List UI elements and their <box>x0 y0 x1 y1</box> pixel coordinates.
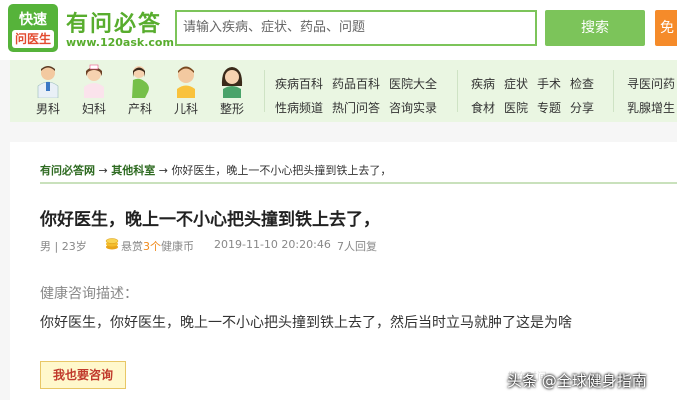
nav-link[interactable]: 疾病 <box>471 75 495 92</box>
logo-top-text: 快速 <box>19 12 47 28</box>
logo-badge[interactable]: 快速 问医生 <box>8 4 58 52</box>
site-header: 快速 问医生 有问必答 www.120ask.com 请输入疾病、症状、药品、问… <box>0 0 677 60</box>
nav-link[interactable]: 手术 <box>537 75 561 92</box>
breadcrumb-separator: → <box>98 164 108 177</box>
ask-too-button[interactable]: 我也要咨询 <box>40 361 126 389</box>
breadcrumb: 有问必答网 → 其他科室 → 你好医生，晚上一不小心把头撞到铁上去了， <box>40 162 391 178</box>
dept-andrology[interactable]: 男科 <box>30 64 66 117</box>
asker-info: 男 | 23岁 <box>40 240 87 253</box>
description-label: 健康咨询描述： <box>40 286 138 302</box>
question-card: 有问必答网 → 其他科室 → 你好医生，晚上一不小心把头撞到铁上去了， 你好医生… <box>10 142 677 400</box>
breadcrumb-divider <box>40 182 677 184</box>
dept-label: 男科 <box>35 102 60 116</box>
nav-link[interactable]: 食材 <box>471 99 495 116</box>
free-consult-button[interactable]: 免 <box>655 10 677 46</box>
dept-label: 妇科 <box>81 102 106 116</box>
nav-link[interactable]: 乳腺增生 <box>627 99 675 116</box>
question-datetime: 2019-11-10 20:20:46 <box>214 238 331 251</box>
nav-link[interactable]: 分享 <box>570 99 594 116</box>
breadcrumb-home[interactable]: 有问必答网 <box>40 164 95 177</box>
divider <box>613 70 614 112</box>
divider <box>264 70 265 112</box>
dept-label: 儿科 <box>173 102 198 116</box>
nav-link[interactable]: 热门问答 <box>332 99 380 116</box>
nav-link[interactable]: 药品百科 <box>332 75 380 92</box>
dept-label: 整形 <box>219 102 244 116</box>
divider <box>457 70 458 112</box>
nav-link[interactable]: 寻医问药 <box>627 75 675 92</box>
reward-suffix: 健康币 <box>161 240 194 253</box>
nav-link[interactable]: 症状 <box>504 75 528 92</box>
nav-link[interactable]: 性病频道 <box>275 99 323 116</box>
search-input[interactable]: 请输入疾病、症状、药品、问题 <box>175 10 537 46</box>
coin-icon <box>105 238 119 250</box>
breadcrumb-separator: → <box>158 164 168 177</box>
reward-prefix: 悬赏 <box>121 240 143 253</box>
dept-plastic-surgery[interactable]: 整形 <box>214 64 250 117</box>
nav-link[interactable]: 专题 <box>537 99 561 116</box>
dept-obstetrics[interactable]: 产科 <box>122 64 158 117</box>
watermark: 头条 @全球健身指南 <box>507 372 647 390</box>
category-bar: 男科 妇科 产科 儿科 整形 疾病百科 药品百科 医院大全 性病频道 热门问答 <box>10 60 677 122</box>
brand-url: www.120ask.com <box>66 36 174 49</box>
dept-gynecology[interactable]: 妇科 <box>76 64 112 117</box>
reward-info: 悬赏3个健康币 <box>121 238 194 254</box>
woman-face-icon <box>221 67 243 98</box>
female-nurse-icon <box>84 64 104 98</box>
search-button[interactable]: 搜索 <box>545 10 645 46</box>
nav-link[interactable]: 医院 <box>504 99 528 116</box>
nav-link[interactable]: 医院大全 <box>389 75 437 92</box>
breadcrumb-current: 你好医生，晚上一不小心把头撞到铁上去了， <box>171 164 392 177</box>
logo-bottom-text: 问医生 <box>12 30 54 48</box>
question-description: 你好医生，你好医生，晚上一不小心把头撞到铁上去了，然后当时立马就肿了这是为啥 <box>40 315 572 331</box>
nav-link[interactable]: 咨询实录 <box>389 99 437 116</box>
reward-amount: 3个 <box>143 240 161 253</box>
pregnant-woman-icon <box>132 66 149 98</box>
dept-label: 产科 <box>127 102 152 116</box>
breadcrumb-category[interactable]: 其他科室 <box>111 164 155 177</box>
brand-name[interactable]: 有问必答 <box>66 6 162 38</box>
question-title: 你好医生，晚上一不小心把头撞到铁上去了， <box>40 210 380 230</box>
reply-count[interactable]: 7人回复 <box>337 238 377 254</box>
dept-pediatrics[interactable]: 儿科 <box>168 64 204 117</box>
child-icon <box>177 66 195 98</box>
nav-link[interactable]: 疾病百科 <box>275 75 323 92</box>
male-doctor-icon <box>37 66 59 98</box>
nav-link[interactable]: 检查 <box>570 75 594 92</box>
